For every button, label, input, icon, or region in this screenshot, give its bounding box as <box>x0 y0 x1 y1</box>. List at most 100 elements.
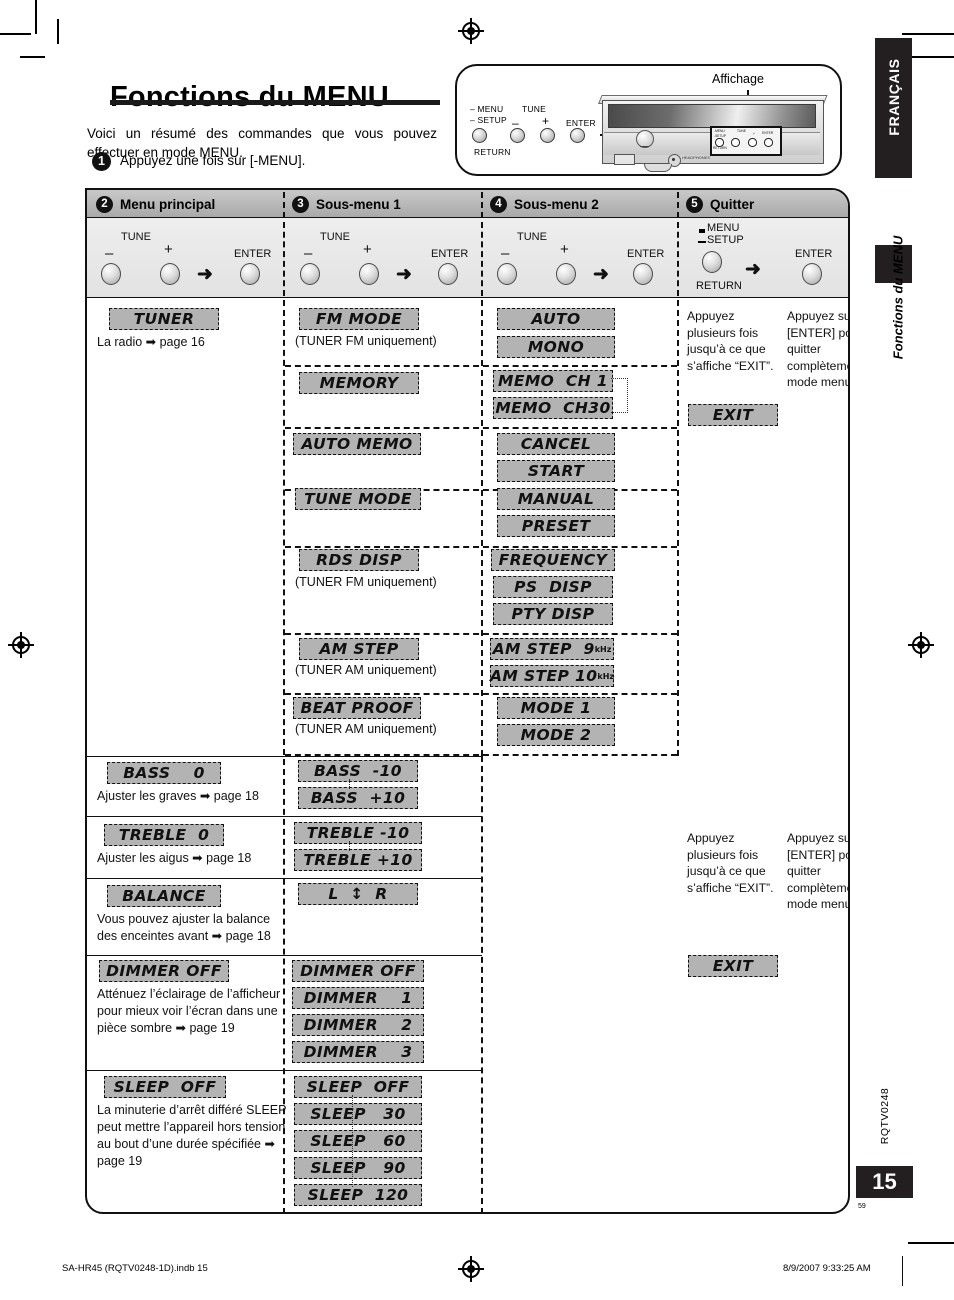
chip-dimmer[interactable]: DIMMER OFF <box>99 960 229 982</box>
chip-cancel[interactable]: CANCEL <box>497 433 615 455</box>
chip-ps-disp[interactable]: PS DISP <box>493 576 613 598</box>
chip-mode-1[interactable]: MODE 1 <box>497 697 615 719</box>
chip-am-step-10-label: AM STEP 10 <box>489 667 598 685</box>
chip-am-step-10[interactable]: AM STEP 10 kHz <box>490 665 614 687</box>
chip-manual[interactable]: MANUAL <box>497 488 615 510</box>
column-badge-4: 4 <box>490 195 507 213</box>
chip-sleep-30[interactable]: SLEEP 30 <box>294 1103 422 1125</box>
front-panel-drawing: HEADPHONES -MENU -SETUP RETURN TUNE + EN… <box>596 92 828 172</box>
enter-knob-4[interactable] <box>802 263 822 285</box>
enter-label-4: ENTER <box>795 248 833 260</box>
registration-mark-top <box>458 18 484 44</box>
chip-beat-proof[interactable]: BEAT PROOF <box>293 697 421 719</box>
body-sep-col2b <box>481 756 483 1212</box>
document-code: RQTV0248 <box>879 1087 891 1145</box>
control-sep-1 <box>283 222 285 296</box>
chip-tune-mode[interactable]: TUNE MODE <box>295 488 421 510</box>
tune-minus-knob-1[interactable] <box>101 263 121 285</box>
chip-bass-plus10[interactable]: BASS +10 <box>298 787 418 809</box>
chip-tuner[interactable]: TUNER <box>109 308 219 330</box>
body-sep-col3 <box>677 300 679 756</box>
page-title: Fonctions du MENU <box>110 81 389 114</box>
crop-mark-br-h <box>908 1242 954 1244</box>
note-treble: Ajuster les aigus ➡ page 18 <box>97 851 252 865</box>
enter-label-1: ENTER <box>234 248 272 260</box>
control-group-menu-principal: TUNE – + ENTER ➜ <box>87 218 283 298</box>
note-fm-mode: (TUNER FM uniquement) <box>295 334 437 348</box>
enter-knob-2[interactable] <box>438 263 458 285</box>
sleep-range-connector <box>352 1095 353 1187</box>
chip-frequency[interactable]: FREQUENCY <box>491 549 615 571</box>
chip-exit-top[interactable]: EXIT <box>688 404 778 426</box>
column-badge-2: 2 <box>96 195 113 213</box>
tune-plus-knob-1[interactable] <box>160 263 180 285</box>
step-1-instruction: Appuyez une fois sur [-MENU]. <box>120 153 306 168</box>
divider-fm-memory <box>285 365 677 367</box>
chip-memo-ch30[interactable]: MEMO CH30 <box>493 397 613 419</box>
column-header-sous-menu-1: 3 Sous-menu 1 <box>283 190 481 218</box>
chip-treble[interactable]: TREBLE 0 <box>104 824 224 846</box>
chip-am-step-9[interactable]: AM STEP 9 kHz <box>490 638 614 660</box>
chip-balance-lr[interactable]: L ↕ R <box>298 883 418 905</box>
enter-knob-3[interactable] <box>633 263 653 285</box>
crop-mark-tr-h <box>902 33 954 35</box>
chip-preset[interactable]: PRESET <box>497 515 615 537</box>
tune-minus-knob-3[interactable] <box>497 263 517 285</box>
chip-am-step-9-label: AM STEP 9 <box>492 640 595 658</box>
chip-dimmer-1[interactable]: DIMMER 1 <box>292 987 424 1009</box>
minus-label-3: – <box>501 245 510 262</box>
column-label-menu-principal: Menu principal <box>120 196 216 212</box>
chip-start[interactable]: START <box>497 460 615 482</box>
chip-auto-memo[interactable]: AUTO MEMO <box>293 433 421 455</box>
menu-setup-return-knob-4[interactable] <box>702 251 722 273</box>
return-label-4: RETURN <box>696 280 742 292</box>
tune-plus-knob-2[interactable] <box>359 263 379 285</box>
chip-treble-minus10[interactable]: TREBLE -10 <box>294 822 422 844</box>
chip-exit-bottom[interactable]: EXIT <box>688 955 778 977</box>
tune-plus-knob-3[interactable] <box>556 263 576 285</box>
minus-label-2: – <box>304 245 313 262</box>
bass-range-connector <box>349 779 350 789</box>
flow-arrow-1: ➜ <box>197 264 213 285</box>
chip-balance[interactable]: BALANCE <box>107 885 221 907</box>
chip-sleep-off[interactable]: SLEEP OFF <box>294 1076 422 1098</box>
body-sep-col1 <box>283 300 285 1212</box>
chip-pty-disp[interactable]: PTY DISP <box>493 603 613 625</box>
chip-sleep-90[interactable]: SLEEP 90 <box>294 1157 422 1179</box>
footer-filename: SA-HR45 (RQTV0248-1D).indb 15 <box>62 1263 208 1274</box>
chip-memo-ch1[interactable]: MEMO CH 1 <box>493 370 613 392</box>
affichage-label: Affichage <box>712 72 764 86</box>
chip-memory[interactable]: MEMORY <box>299 372 419 394</box>
chip-fm-mode[interactable]: FM MODE <box>299 308 419 330</box>
return-label: RETURN <box>474 147 511 157</box>
chip-mode-2[interactable]: MODE 2 <box>497 724 615 746</box>
enter-knob-1[interactable] <box>240 263 260 285</box>
note-dimmer: Atténuez l’éclairage de l’afficheur pour… <box>97 987 281 1035</box>
plus-label-3: + <box>560 241 569 258</box>
chip-sleep[interactable]: SLEEP OFF <box>104 1076 226 1098</box>
page-number-box: 15 <box>856 1166 913 1198</box>
tune-minus-knob-2[interactable] <box>300 263 320 285</box>
chip-am-step-9-unit: kHz <box>594 645 612 654</box>
treble-range-connector <box>349 841 350 851</box>
chip-dimmer-off[interactable]: DIMMER OFF <box>292 960 424 982</box>
crop-mark-tl-h <box>0 33 31 35</box>
crop-mark-tl2-h <box>20 56 45 58</box>
chip-rds-disp[interactable]: RDS DISP <box>299 549 419 571</box>
quit-note-left-top: Appuyez plusieurs fois jusqu’à ce que s’… <box>687 309 774 373</box>
plus-label-1: + <box>164 241 173 258</box>
chip-sleep-120[interactable]: SLEEP 120 <box>294 1184 422 1206</box>
menu-setup-return-knob <box>472 128 487 143</box>
device-control-group: – MENU – SETUP RETURN TUNE – + ENTER <box>468 98 608 166</box>
chip-dimmer-2[interactable]: DIMMER 2 <box>292 1014 424 1036</box>
panel-knob-2 <box>731 138 740 147</box>
enter-knob <box>570 128 585 143</box>
chip-bass-minus10[interactable]: BASS -10 <box>298 760 418 782</box>
chip-treble-plus10[interactable]: TREBLE +10 <box>294 849 422 871</box>
chip-sleep-60[interactable]: SLEEP 60 <box>294 1130 422 1152</box>
chip-fm-auto[interactable]: AUTO <box>497 308 615 330</box>
chip-fm-mono[interactable]: MONO <box>497 336 615 358</box>
chip-am-step[interactable]: AM STEP <box>299 638 419 660</box>
chip-dimmer-3[interactable]: DIMMER 3 <box>292 1041 424 1063</box>
chip-bass[interactable]: BASS 0 <box>107 762 221 784</box>
